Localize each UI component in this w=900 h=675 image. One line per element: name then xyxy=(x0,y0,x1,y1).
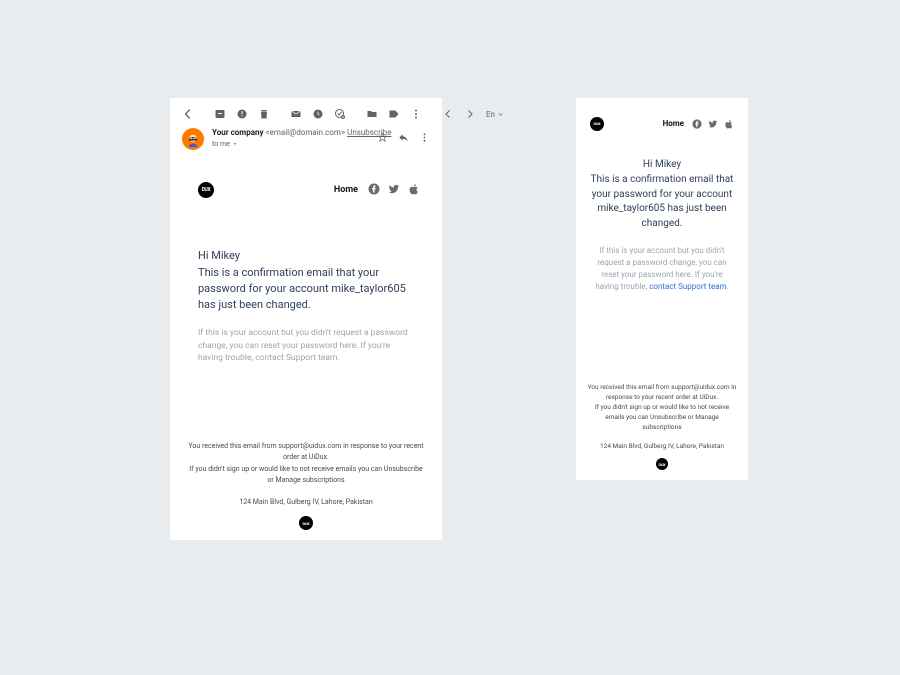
sender-row: Your company <email@domain.com> Unsubscr… xyxy=(170,126,442,150)
footer-address: 124 Main Blvd, Gulberg IV, Lahore, Pakis… xyxy=(586,442,738,450)
apple-icon[interactable] xyxy=(724,114,734,133)
back-icon[interactable] xyxy=(182,108,194,120)
language-selector[interactable]: En xyxy=(486,110,504,119)
label-icon[interactable] xyxy=(388,108,400,120)
email-desktop-preview: En Your company <email@domain.com> Unsub… xyxy=(170,98,442,540)
greeting: Hi Mikey xyxy=(590,159,734,170)
mobile-body: Hi Mikey This is a confirmation email th… xyxy=(576,141,748,293)
archive-icon[interactable] xyxy=(214,108,226,120)
sender-avatar xyxy=(182,128,204,150)
facebook-icon[interactable] xyxy=(368,180,380,199)
home-link[interactable]: Home xyxy=(663,119,684,128)
email-mobile-preview: DUX Home Hi Mikey This is a confirmation… xyxy=(576,98,748,480)
mail-toolbar: En xyxy=(170,98,442,126)
prev-icon[interactable] xyxy=(442,108,454,120)
mobile-header: DUX Home xyxy=(576,98,748,141)
star-icon[interactable] xyxy=(377,128,388,147)
email-content-header: DUX Home xyxy=(170,150,442,209)
home-link[interactable]: Home xyxy=(334,185,358,195)
email-body: Hi Mikey This is a confirmation email th… xyxy=(170,209,442,365)
footer-line-1: You received this email from support@uid… xyxy=(188,441,424,463)
more-icon[interactable] xyxy=(410,108,422,120)
footer-line-1: You received this email from support@uid… xyxy=(586,382,738,402)
language-label: En xyxy=(486,110,495,119)
delete-icon[interactable] xyxy=(258,108,270,120)
secondary-message: If this is your account but you didn't r… xyxy=(198,327,414,365)
next-icon[interactable] xyxy=(464,108,476,120)
add-task-icon[interactable] xyxy=(334,108,346,120)
twitter-icon[interactable] xyxy=(708,114,718,133)
brand-logo: DUX xyxy=(590,117,604,131)
footer-line-2: If you didn't sign up or would like to n… xyxy=(188,464,424,486)
recipient-line[interactable]: to me xyxy=(212,140,369,148)
facebook-icon[interactable] xyxy=(692,114,702,133)
support-link[interactable]: contact Support team xyxy=(649,282,726,291)
snooze-icon[interactable] xyxy=(312,108,324,120)
footer-line-2: If you didn't sign up or would like to n… xyxy=(586,402,738,432)
greeting: Hi Mikey xyxy=(198,249,414,262)
footer-logo: DUX xyxy=(656,458,668,470)
reply-icon[interactable] xyxy=(398,128,409,147)
mark-unread-icon[interactable] xyxy=(290,108,302,120)
main-message: This is a confirmation email that your p… xyxy=(198,265,414,313)
secondary-message: If this is your account but you didn't r… xyxy=(590,245,734,293)
mobile-footer: You received this email from support@uid… xyxy=(576,382,748,470)
message-more-icon[interactable] xyxy=(419,128,430,147)
twitter-icon[interactable] xyxy=(388,180,400,199)
sender-email: <email@domain.com> xyxy=(266,128,346,137)
footer-logo: DUX xyxy=(299,516,313,530)
sender-company: Your company xyxy=(212,128,264,137)
report-icon[interactable] xyxy=(236,108,248,120)
recipient-label: to me xyxy=(212,140,230,148)
main-message: This is a confirmation email that your p… xyxy=(590,173,734,231)
apple-icon[interactable] xyxy=(408,180,420,199)
footer-address: 124 Main Blvd, Gulberg IV, Lahore, Pakis… xyxy=(188,498,424,506)
move-icon[interactable] xyxy=(366,108,378,120)
brand-logo: DUX xyxy=(198,182,214,198)
email-footer: You received this email from support@uid… xyxy=(170,441,442,530)
